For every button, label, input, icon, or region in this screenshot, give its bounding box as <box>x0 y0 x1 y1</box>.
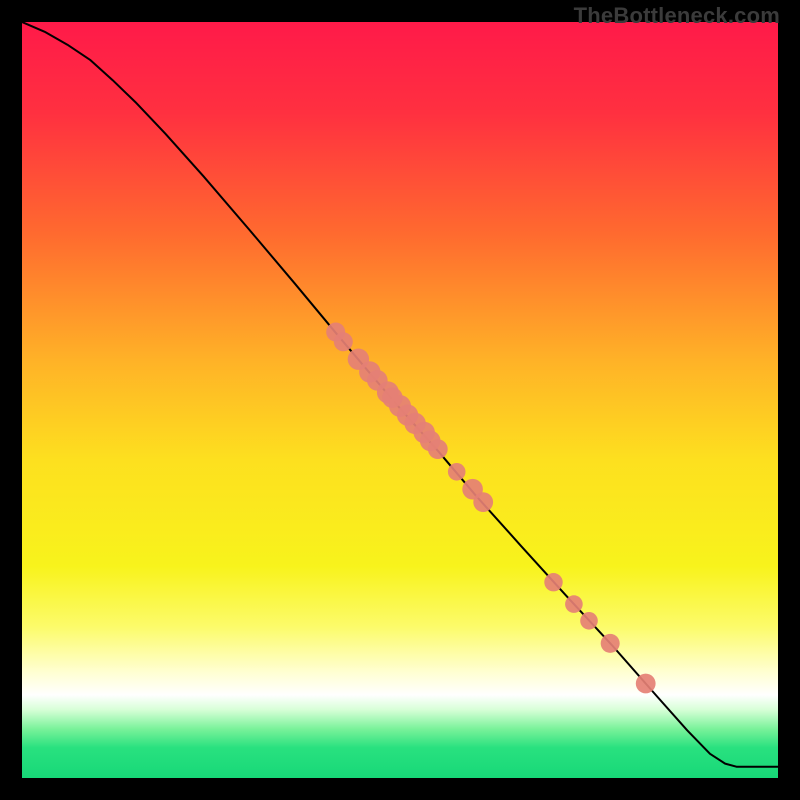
chart-plot-area <box>22 22 778 778</box>
data-point <box>565 595 583 613</box>
data-point <box>601 634 620 653</box>
data-point <box>334 332 353 351</box>
data-point <box>636 674 656 694</box>
data-point <box>473 492 493 512</box>
data-point <box>428 439 448 459</box>
data-point <box>580 612 598 630</box>
chart-svg <box>22 22 778 778</box>
data-point <box>448 463 466 481</box>
watermark-text: TheBottleneck.com <box>574 3 780 29</box>
chart-frame: TheBottleneck.com <box>0 0 800 800</box>
data-point <box>544 573 562 591</box>
